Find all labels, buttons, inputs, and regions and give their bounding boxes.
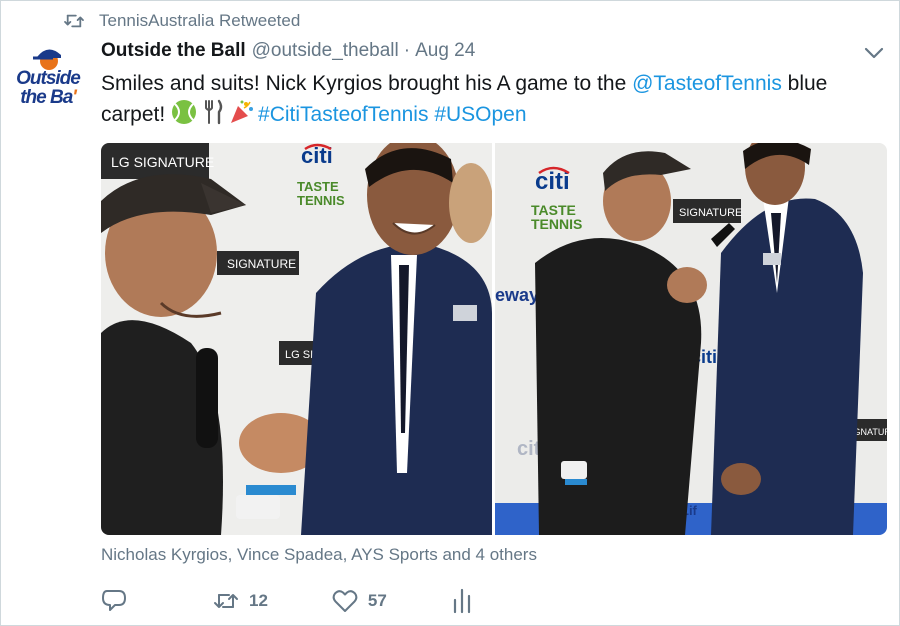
hashtag-link[interactable]: #USOpen (434, 103, 526, 126)
retweet-context[interactable]: TennisAustralia Retweeted (63, 10, 300, 32)
tweet-text-part1: Smiles and suits! Nick Kyrgios brought h… (101, 72, 633, 95)
avatar[interactable]: Outside the Ba' (9, 45, 87, 117)
analytics-icon (453, 588, 470, 614)
tweet-text: Smiles and suits! Nick Kyrgios brought h… (101, 69, 891, 130)
party-popper-icon (231, 100, 254, 123)
header-separator: · (403, 40, 411, 61)
retweet-icon (214, 594, 238, 608)
media-gallery[interactable]: LG SIGNATURE citi TASTE TENNIS SIGNATURE… (101, 143, 887, 535)
retweet-icon (64, 14, 84, 28)
analytics-button[interactable] (449, 588, 475, 614)
tweet-header: Outside the Ball @outside_theball · Aug … (101, 40, 475, 66)
like-button[interactable]: 57 (332, 588, 387, 614)
heart-icon (332, 590, 358, 612)
fork-knife-icon (205, 99, 223, 125)
banner-signature: SIGNATURE (227, 257, 296, 271)
logo-line1: Outside (16, 68, 81, 89)
like-count: 57 (367, 591, 387, 610)
event-logo-line2: TENNIS (531, 216, 582, 232)
tweet-card[interactable]: TennisAustralia Retweeted Outside the Ba… (0, 0, 900, 626)
photo-1-image: LG SIGNATURE citi TASTE TENNIS SIGNATURE… (101, 143, 492, 535)
photo-1[interactable]: LG SIGNATURE citi TASTE TENNIS SIGNATURE… (101, 143, 492, 535)
tweet-date[interactable]: Aug 24 (415, 40, 475, 62)
action-bar: 12 57 (101, 586, 475, 616)
retweet-count: 12 (249, 591, 268, 610)
chevron-down-icon[interactable] (863, 45, 885, 61)
author-name[interactable]: Outside the Ball (101, 40, 246, 62)
tennis-ball-icon (172, 100, 197, 124)
retweet-label: TennisAustralia Retweeted (99, 11, 301, 30)
banner-lg-signature: LG SIGNATURE (111, 154, 214, 170)
retweet-button[interactable]: 12 (213, 588, 268, 614)
photo-2-image: citi TASTE TENNIS eway SIGNATURE SIGNATU… (495, 143, 887, 535)
logo-line2-text: the Ba (20, 87, 73, 108)
reply-icon (102, 590, 126, 611)
hashtag-link[interactable]: #CitiTasteofTennis (258, 103, 428, 126)
event-logo-line1: TASTE (297, 179, 339, 194)
mention-link[interactable]: @TasteofTennis (632, 72, 782, 95)
reply-button[interactable] (101, 588, 127, 614)
tagged-users[interactable]: Nicholas Kyrgios, Vince Spadea, AYS Spor… (101, 545, 537, 565)
event-logo-line2: TENNIS (297, 193, 345, 208)
photo-2[interactable]: citi TASTE TENNIS eway SIGNATURE SIGNATU… (495, 143, 887, 535)
avatar-logo-text: Outside the Ba' (9, 69, 87, 107)
logo-line2: the Ba' (20, 87, 76, 108)
partial-logo: eway (495, 285, 539, 305)
banner-signature: SIGNATURE (679, 207, 742, 219)
author-handle[interactable]: @outside_theball (252, 40, 399, 62)
